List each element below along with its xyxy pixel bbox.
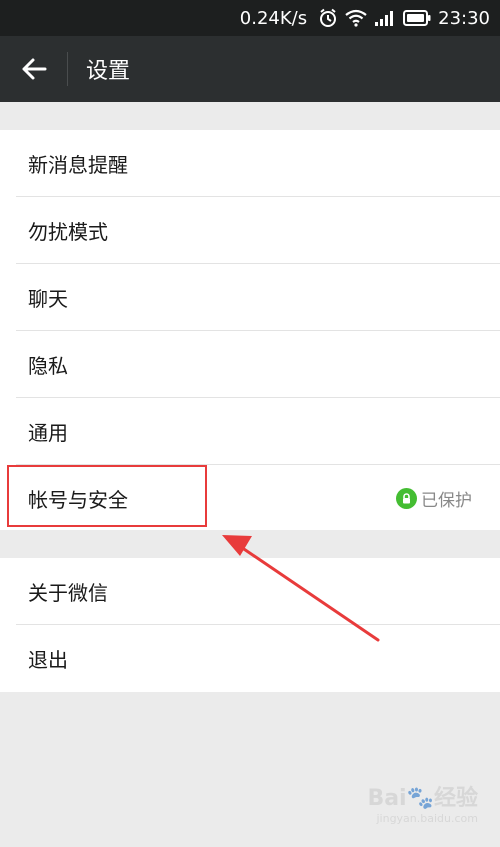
settings-item-label: 通用 xyxy=(28,421,68,445)
battery-icon xyxy=(403,10,431,26)
page-title: 设置 xyxy=(86,59,131,84)
settings-item-do-not-disturb[interactable]: 勿扰模式 xyxy=(0,197,500,264)
alarm-icon xyxy=(318,8,338,28)
settings-item-label: 新消息提醒 xyxy=(28,153,128,177)
settings-item-label: 聊天 xyxy=(28,287,68,311)
settings-item-logout[interactable]: 退出 xyxy=(0,625,500,692)
status-bar: 0.24K/s 23:30 xyxy=(0,0,500,36)
title-divider xyxy=(67,52,68,86)
protection-status-label: 已保护 xyxy=(421,491,472,511)
settings-item-label: 帐号与安全 xyxy=(28,488,128,512)
settings-item-label: 隐私 xyxy=(28,354,68,378)
settings-item-general[interactable]: 通用 xyxy=(0,398,500,465)
title-bar: 设置 xyxy=(0,36,500,102)
lock-icon xyxy=(396,488,417,509)
settings-group-1: 新消息提醒 勿扰模式 聊天 隐私 通用 帐号与安全 已保护 xyxy=(0,130,500,530)
protection-status: 已保护 xyxy=(396,486,472,511)
baidu-jingyan-watermark: Bai🐾经验 jingyan.baidu.com xyxy=(367,780,478,825)
wifi-icon xyxy=(345,9,367,27)
settings-item-about-wechat[interactable]: 关于微信 xyxy=(0,558,500,625)
clock-time: 23:30 xyxy=(438,7,490,29)
settings-item-chat[interactable]: 聊天 xyxy=(0,264,500,331)
settings-item-privacy[interactable]: 隐私 xyxy=(0,331,500,398)
settings-item-new-message-notifications[interactable]: 新消息提醒 xyxy=(0,130,500,197)
settings-item-label: 关于微信 xyxy=(28,581,108,605)
back-button[interactable] xyxy=(0,36,67,102)
network-speed: 0.24K/s xyxy=(239,7,308,29)
watermark-logo: Bai🐾经验 xyxy=(367,786,478,811)
settings-item-label: 勿扰模式 xyxy=(28,220,108,244)
watermark-url: jingyan.baidu.com xyxy=(376,812,478,825)
settings-item-account-security[interactable]: 帐号与安全 已保护 xyxy=(0,465,500,532)
settings-item-label: 退出 xyxy=(28,648,68,672)
signal-icon xyxy=(374,9,396,27)
settings-group-2: 关于微信 退出 xyxy=(0,558,500,692)
arrow-left-icon xyxy=(22,58,46,80)
